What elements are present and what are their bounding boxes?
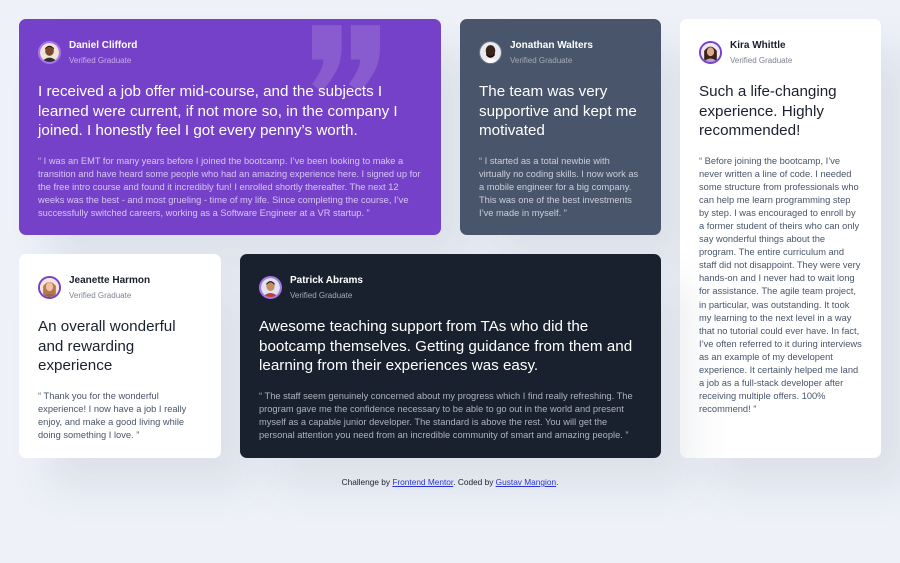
author-role: Verified Graduate [730, 56, 793, 65]
author-role: Verified Graduate [290, 291, 353, 300]
testimonial-card-daniel: Daniel Clifford Verified Graduate I rece… [19, 19, 441, 235]
frontend-mentor-link[interactable]: Frontend Mentor [392, 477, 453, 487]
attribution: Challenge by Frontend Mentor. Coded by G… [0, 477, 900, 487]
avatar [699, 41, 722, 64]
author-role: Verified Graduate [510, 56, 573, 65]
avatar [259, 276, 282, 299]
author-name: Kira Whittle [730, 40, 786, 51]
author-name: Daniel Clifford [69, 40, 138, 51]
avatar [479, 41, 502, 64]
testimonial-card-kira: Kira Whittle Verified Graduate Such a li… [680, 19, 881, 458]
testimonial-headline: Such a life-changing experience. Highly … [699, 83, 837, 139]
testimonial-quote: “ I was an EMT for many years before I j… [38, 155, 421, 218]
attribution-suffix: . [556, 477, 559, 487]
testimonial-card-patrick: Patrick Abrams Verified Graduate Awesome… [240, 254, 661, 458]
testimonials-page: Daniel Clifford Verified Graduate I rece… [0, 0, 900, 563]
avatar [38, 41, 61, 64]
testimonial-card-jeanette: Jeanette Harmon Verified Graduate An ove… [19, 254, 221, 458]
testimonial-quote: “ Before joining the bootcamp, I’ve neve… [699, 155, 862, 415]
testimonial-headline: An overall wonderful and rewarding exper… [38, 318, 176, 374]
testimonial-headline: Awesome teaching support from TAs who di… [259, 318, 633, 374]
testimonial-quote: “ I started as a total newbie with virtu… [479, 155, 639, 218]
attribution-middle: . Coded by [453, 477, 496, 487]
testimonial-quote: “ Thank you for the wonderful experience… [38, 390, 187, 440]
attribution-prefix: Challenge by [341, 477, 393, 487]
author-link[interactable]: Gustav Mangion [496, 477, 556, 487]
author-info: Kira Whittle Verified Graduate [699, 39, 862, 66]
testimonial-headline: I received a job offer mid-course, and t… [38, 83, 398, 139]
author-name: Patrick Abrams [290, 275, 363, 286]
testimonial-headline: The team was very supportive and kept me… [479, 83, 637, 139]
testimonial-card-jonathan: Jonathan Walters Verified Graduate The t… [460, 19, 661, 235]
author-role: Verified Graduate [69, 291, 132, 300]
author-info: Daniel Clifford Verified Graduate [38, 39, 422, 66]
author-info: Jeanette Harmon Verified Graduate [38, 274, 202, 301]
author-info: Jonathan Walters Verified Graduate [479, 39, 642, 66]
testimonial-quote: “ The staff seem genuinely concerned abo… [259, 390, 633, 440]
author-info: Patrick Abrams Verified Graduate [259, 274, 642, 301]
avatar [38, 276, 61, 299]
author-name: Jeanette Harmon [69, 275, 151, 286]
author-name: Jonathan Walters [510, 40, 593, 51]
author-role: Verified Graduate [69, 56, 132, 65]
